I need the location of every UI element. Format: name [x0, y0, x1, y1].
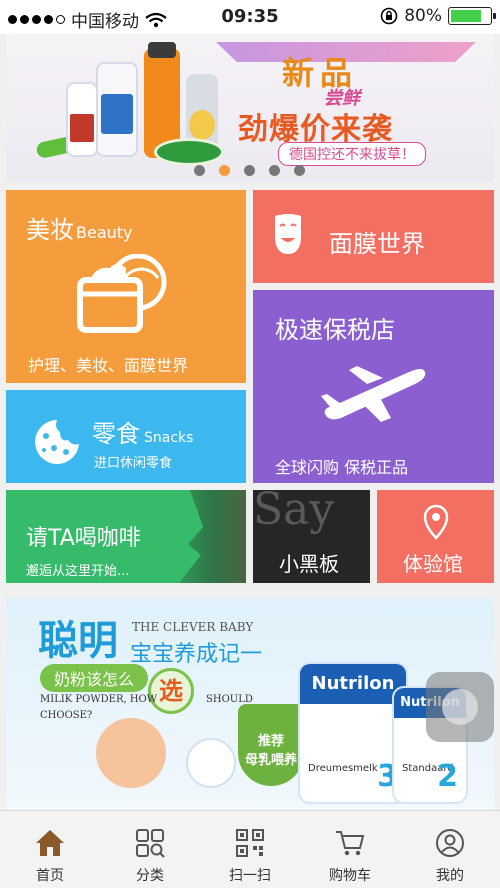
promo-en-line3: CHOOSE?: [40, 710, 93, 721]
cosmetic-cream-icon: [77, 254, 167, 333]
assistive-touch-button[interactable]: [426, 672, 494, 742]
tile-snacks[interactable]: 零食 Snacks 进口休闲零食: [6, 390, 246, 483]
promo-title-en: THE CLEVER BABY: [132, 620, 254, 634]
tile-mask-world[interactable]: 面膜世界: [253, 190, 494, 283]
promo-question: 奶粉该怎么: [40, 664, 149, 692]
pager-dot[interactable]: [194, 165, 205, 176]
qr-scan-icon: [236, 829, 264, 857]
tab-scan[interactable]: 扫一扫: [200, 811, 300, 888]
tab-scan-label: 扫一扫: [229, 868, 271, 884]
cart-icon: [336, 831, 365, 856]
tile-beauty-subtitle: 护理、美妆、面膜世界: [28, 356, 189, 375]
cookie-icon: [35, 420, 79, 464]
toy-bear-image: [186, 738, 236, 788]
tab-category[interactable]: 分类: [100, 811, 200, 888]
status-bar: 中国移动 09:35 80%: [0, 0, 500, 34]
tab-category-label: 分类: [136, 868, 164, 884]
home-icon: [36, 830, 64, 856]
tile-mask-title: 面膜世界: [329, 230, 425, 258]
tab-profile[interactable]: 我的: [400, 811, 500, 888]
pager-dot-active[interactable]: [219, 165, 230, 176]
tile-beauty[interactable]: 美妆 Beauty 护理、美妆、面膜世界: [6, 190, 246, 383]
promo-en-line1: MILIK POWDER, HOW: [40, 694, 158, 705]
tile-coffee[interactable]: 请TA喝咖啡 邂逅从这里开始...: [6, 490, 246, 583]
tile-bonded-title: 极速保税店: [275, 316, 395, 344]
promo-title: 聪明: [38, 618, 118, 664]
tile-snacks-title: 零食 Snacks: [92, 420, 194, 448]
milk-powder-promo-banner[interactable]: 聪明 THE CLEVER BABY 宝宝养成记一 奶粉该怎么 选 MILIK …: [6, 598, 494, 810]
airplane-icon: [321, 366, 426, 422]
promo-select-badge: 选: [148, 668, 194, 714]
tab-profile-label: 我的: [436, 868, 464, 884]
tab-cart[interactable]: 购物车: [300, 811, 400, 888]
baby-image: [96, 718, 166, 788]
tile-coffee-title: 请TA喝咖啡: [26, 526, 141, 551]
tile-coffee-subtitle: 邂逅从这里开始...: [26, 564, 130, 579]
promo-subtitle: 宝宝养成记一: [130, 642, 263, 667]
tile-blackboard[interactable]: Say 小黑板: [253, 490, 370, 583]
woman-silhouette-image: [179, 490, 246, 583]
pager-dot[interactable]: [244, 165, 255, 176]
category-grid-icon: [136, 829, 165, 858]
tab-home[interactable]: 首页: [0, 811, 100, 888]
tab-cart-label: 购物车: [329, 868, 371, 884]
pager-dot[interactable]: [269, 165, 280, 176]
promo-banner-carousel[interactable]: 新品 尝鲜 劲爆价来袭 德国控还不来拔草！: [6, 34, 494, 182]
tile-experience-title: 体验馆: [403, 552, 463, 576]
recommend-badge: 推荐 母乳喂养: [238, 704, 304, 786]
face-mask-icon: [275, 214, 301, 254]
tile-beauty-title: 美妆 Beauty: [26, 216, 133, 244]
rotation-lock-icon: [380, 7, 398, 25]
banner-slogan: 德国控还不来拔草！: [278, 142, 426, 166]
product-image: [35, 42, 236, 172]
battery-percent: 80%: [404, 6, 442, 26]
status-right: 80%: [380, 6, 496, 26]
pager-dot[interactable]: [294, 165, 305, 176]
bottom-tab-bar: 首页 分类 扫一扫 购物车 我的: [0, 810, 500, 888]
carousel-pager[interactable]: [194, 165, 305, 176]
tile-snacks-subtitle: 进口休闲零食: [94, 456, 173, 471]
location-pin-icon: [423, 504, 449, 540]
tile-bonded-store[interactable]: 极速保税店 全球闪购 保税正品: [253, 290, 494, 483]
tile-experience-hall[interactable]: 体验馆: [377, 490, 494, 583]
user-icon: [436, 829, 464, 857]
tile-board-title: 小黑板: [279, 552, 339, 576]
tile-bonded-subtitle: 全球闪购 保税正品: [275, 458, 409, 477]
say-background-text: Say: [253, 490, 335, 535]
tab-home-label: 首页: [36, 868, 64, 884]
battery-icon: [448, 7, 496, 25]
